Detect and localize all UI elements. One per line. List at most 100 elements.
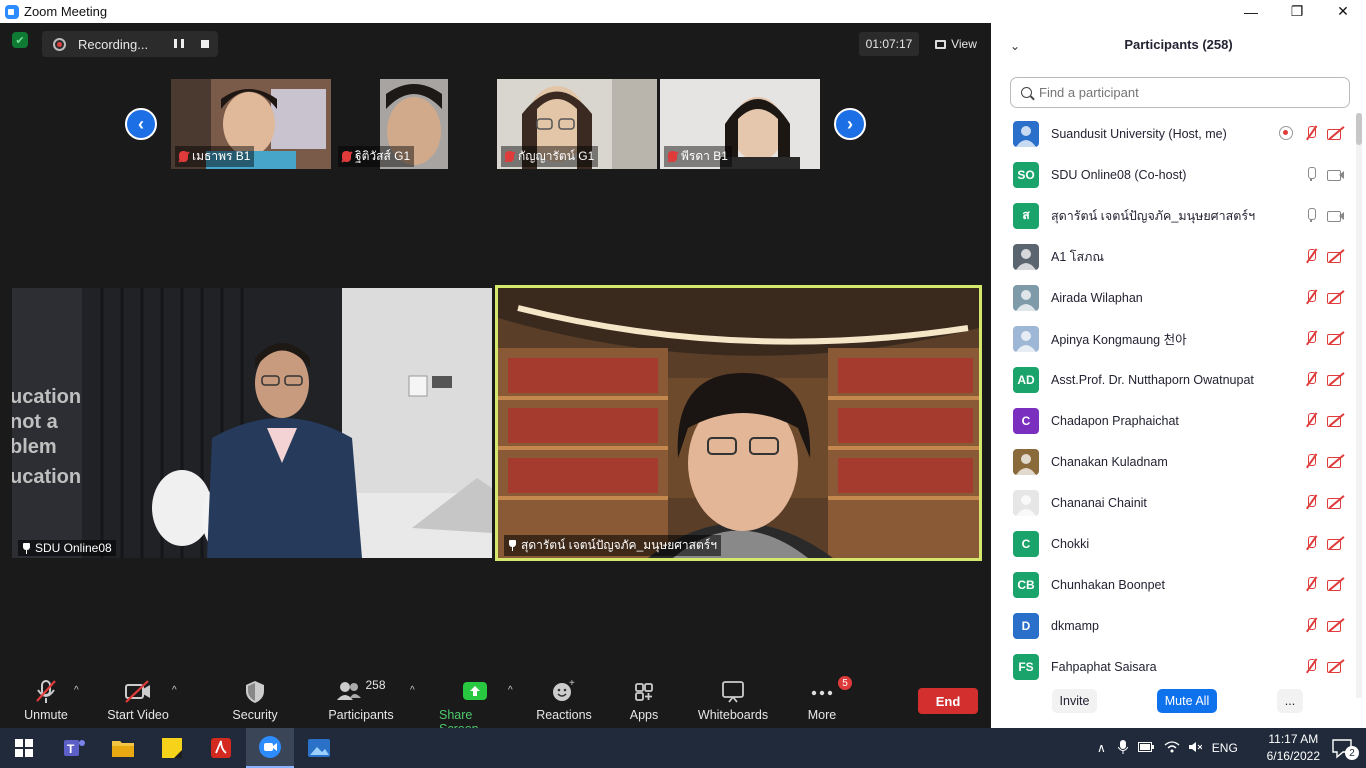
participant-row[interactable]: FS Fahpaphat Saisara: [991, 646, 1353, 687]
window-titlebar: Zoom Meeting — ❐ ✕: [0, 0, 1366, 23]
wifi-icon[interactable]: [1164, 740, 1180, 756]
participants-options-caret[interactable]: ^: [410, 685, 415, 696]
participant-search: [1010, 77, 1350, 108]
participant-avatar: [1013, 489, 1039, 516]
participant-thumbnail[interactable]: กัญญารัตน์ G1: [497, 79, 657, 169]
taskbar-teams[interactable]: T: [50, 728, 98, 768]
video-options-caret[interactable]: ^: [172, 685, 177, 696]
reactions-button[interactable]: + Reactions: [536, 678, 592, 722]
encryption-shield-icon[interactable]: ✔: [12, 32, 28, 48]
share-options-caret[interactable]: ^: [508, 685, 513, 696]
battery-icon[interactable]: [1137, 741, 1154, 755]
participant-row[interactable]: A1 โสภณ: [991, 236, 1353, 277]
video-off-icon: [1327, 494, 1345, 510]
video-off-icon: [1327, 535, 1345, 551]
folder-icon: [112, 741, 134, 757]
start-video-button[interactable]: Start Video: [106, 678, 170, 722]
participant-row[interactable]: C Chadapon Praphaichat: [991, 400, 1353, 441]
notification-count: 2: [1345, 746, 1359, 760]
panel-more-button[interactable]: ...: [1277, 689, 1303, 713]
whiteboards-button[interactable]: Whiteboards: [697, 678, 769, 722]
notification-center-button[interactable]: 2: [1318, 728, 1366, 768]
mic-muted-icon: [1303, 453, 1319, 469]
participant-thumbnail[interactable]: พีรดา B1: [660, 79, 820, 169]
participant-name: Suandusit University (Host, me): [1051, 126, 1227, 141]
taskbar-zoom[interactable]: [246, 728, 294, 768]
participant-name: Chadapon Praphaichat: [1051, 413, 1179, 428]
video-off-icon: [1327, 617, 1345, 633]
security-button[interactable]: Security: [230, 678, 280, 722]
unmute-button[interactable]: Unmute: [22, 678, 70, 722]
participant-status-icons: [1303, 248, 1345, 264]
svg-text:ucation: ucation: [12, 386, 81, 408]
next-page-button[interactable]: ›: [834, 108, 866, 140]
mic-muted-icon: [1303, 248, 1319, 264]
participant-list-scrollbar[interactable]: [1356, 113, 1362, 698]
taskbar-sticky-notes[interactable]: [148, 728, 196, 768]
video-tile-active-speaker[interactable]: สุดารัตน์ เจตน์ปัญจภัค_มนุษยศาสตร์ฯ: [495, 285, 982, 561]
meeting-area: ✔ Recording... 01:07:17 View ‹ › เมธาพร …: [0, 23, 991, 736]
photos-icon: [308, 739, 330, 757]
close-button[interactable]: ✕: [1320, 0, 1366, 23]
participant-name: Chananai Chainit: [1051, 495, 1147, 510]
participant-thumbnail[interactable]: ฐิติวัสส์ G1: [334, 79, 494, 169]
participant-row[interactable]: C Chokki: [991, 523, 1353, 564]
participant-status-icons: [1303, 617, 1345, 633]
minimize-button[interactable]: —: [1228, 0, 1274, 23]
view-button[interactable]: View: [927, 32, 985, 56]
mic-muted-icon: [668, 151, 677, 162]
video-off-icon: [1327, 453, 1345, 469]
share-screen-icon: [462, 678, 488, 704]
participant-list: Suandusit University (Host, me) SO SDU Onl…: [991, 113, 1353, 698]
participant-row[interactable]: Suandusit University (Host, me): [991, 113, 1353, 154]
more-badge: 5: [838, 676, 852, 690]
audio-options-caret[interactable]: ^: [74, 685, 79, 696]
volume-muted-icon[interactable]: [1188, 741, 1203, 756]
svg-text:ucation: ucation: [12, 466, 81, 488]
sticky-notes-icon: [162, 738, 182, 758]
participant-row[interactable]: CB Chunhakan Boonpet: [991, 564, 1353, 605]
microphone-tray-icon[interactable]: [1117, 739, 1129, 757]
spotlight-pin-icon: [22, 542, 31, 554]
participant-row[interactable]: ส สุดารัตน์ เจตน์ปัญจภัค_มนุษยศาสตร์ฯ: [991, 195, 1353, 236]
more-button[interactable]: 5 More: [804, 676, 852, 722]
participant-row[interactable]: Apinya Kongmaung 천아: [991, 318, 1353, 359]
participant-avatar: FS: [1013, 653, 1039, 680]
taskbar-clock[interactable]: 11:17 AM 6/16/2022: [1267, 731, 1320, 765]
end-meeting-button[interactable]: End: [918, 688, 978, 714]
participant-avatar: [1013, 120, 1039, 147]
video-tile-sdu-online08[interactable]: ucation not a blem ucation SDU Online08: [12, 288, 492, 558]
show-hidden-icons-chevron-icon[interactable]: ∧: [1097, 741, 1106, 755]
participant-thumbnail[interactable]: เมธาพร B1: [171, 79, 331, 169]
stop-recording-button[interactable]: [201, 40, 209, 48]
mic-muted-icon: [1303, 125, 1319, 141]
invite-button[interactable]: Invite: [1052, 689, 1097, 713]
thumbnail-name-label: กัญญารัตน์ G1: [501, 146, 599, 167]
participant-row[interactable]: Chananai Chainit: [991, 482, 1353, 523]
search-input[interactable]: [1039, 85, 1319, 100]
participant-row[interactable]: Ddkmamp: [991, 605, 1353, 646]
video-icon: [1327, 207, 1345, 223]
thumbnail-name-label: ฐิติวัสส์ G1: [338, 146, 415, 167]
maximize-button[interactable]: ❐: [1274, 0, 1320, 23]
participant-row[interactable]: Chanakan Kuladnam: [991, 441, 1353, 482]
participant-status-icons: [1303, 658, 1345, 674]
participant-name: Chunhakan Boonpet: [1051, 577, 1165, 592]
participant-row[interactable]: Airada Wilaphan: [991, 277, 1353, 318]
zoom-logo-icon: [5, 4, 19, 19]
participant-avatar: CB: [1013, 571, 1039, 598]
participant-row[interactable]: AD Asst.Prof. Dr. Nutthaporn Owatnupat: [991, 359, 1353, 400]
apps-button[interactable]: Apps: [627, 678, 661, 722]
participants-button[interactable]: 258 Participants: [326, 678, 396, 722]
pause-recording-button[interactable]: [174, 39, 184, 49]
input-language[interactable]: ENG: [1212, 741, 1238, 755]
mute-all-button[interactable]: Mute All: [1157, 689, 1217, 713]
taskbar-acrobat[interactable]: [197, 728, 245, 768]
recording-dot-icon: [53, 37, 66, 51]
participant-row[interactable]: SO SDU Online08 (Co-host): [991, 154, 1353, 195]
apps-icon: [633, 678, 655, 704]
previous-page-button[interactable]: ‹: [125, 108, 157, 140]
start-button[interactable]: [0, 728, 48, 768]
taskbar-photos[interactable]: [295, 728, 343, 768]
taskbar-file-explorer[interactable]: [99, 728, 147, 768]
